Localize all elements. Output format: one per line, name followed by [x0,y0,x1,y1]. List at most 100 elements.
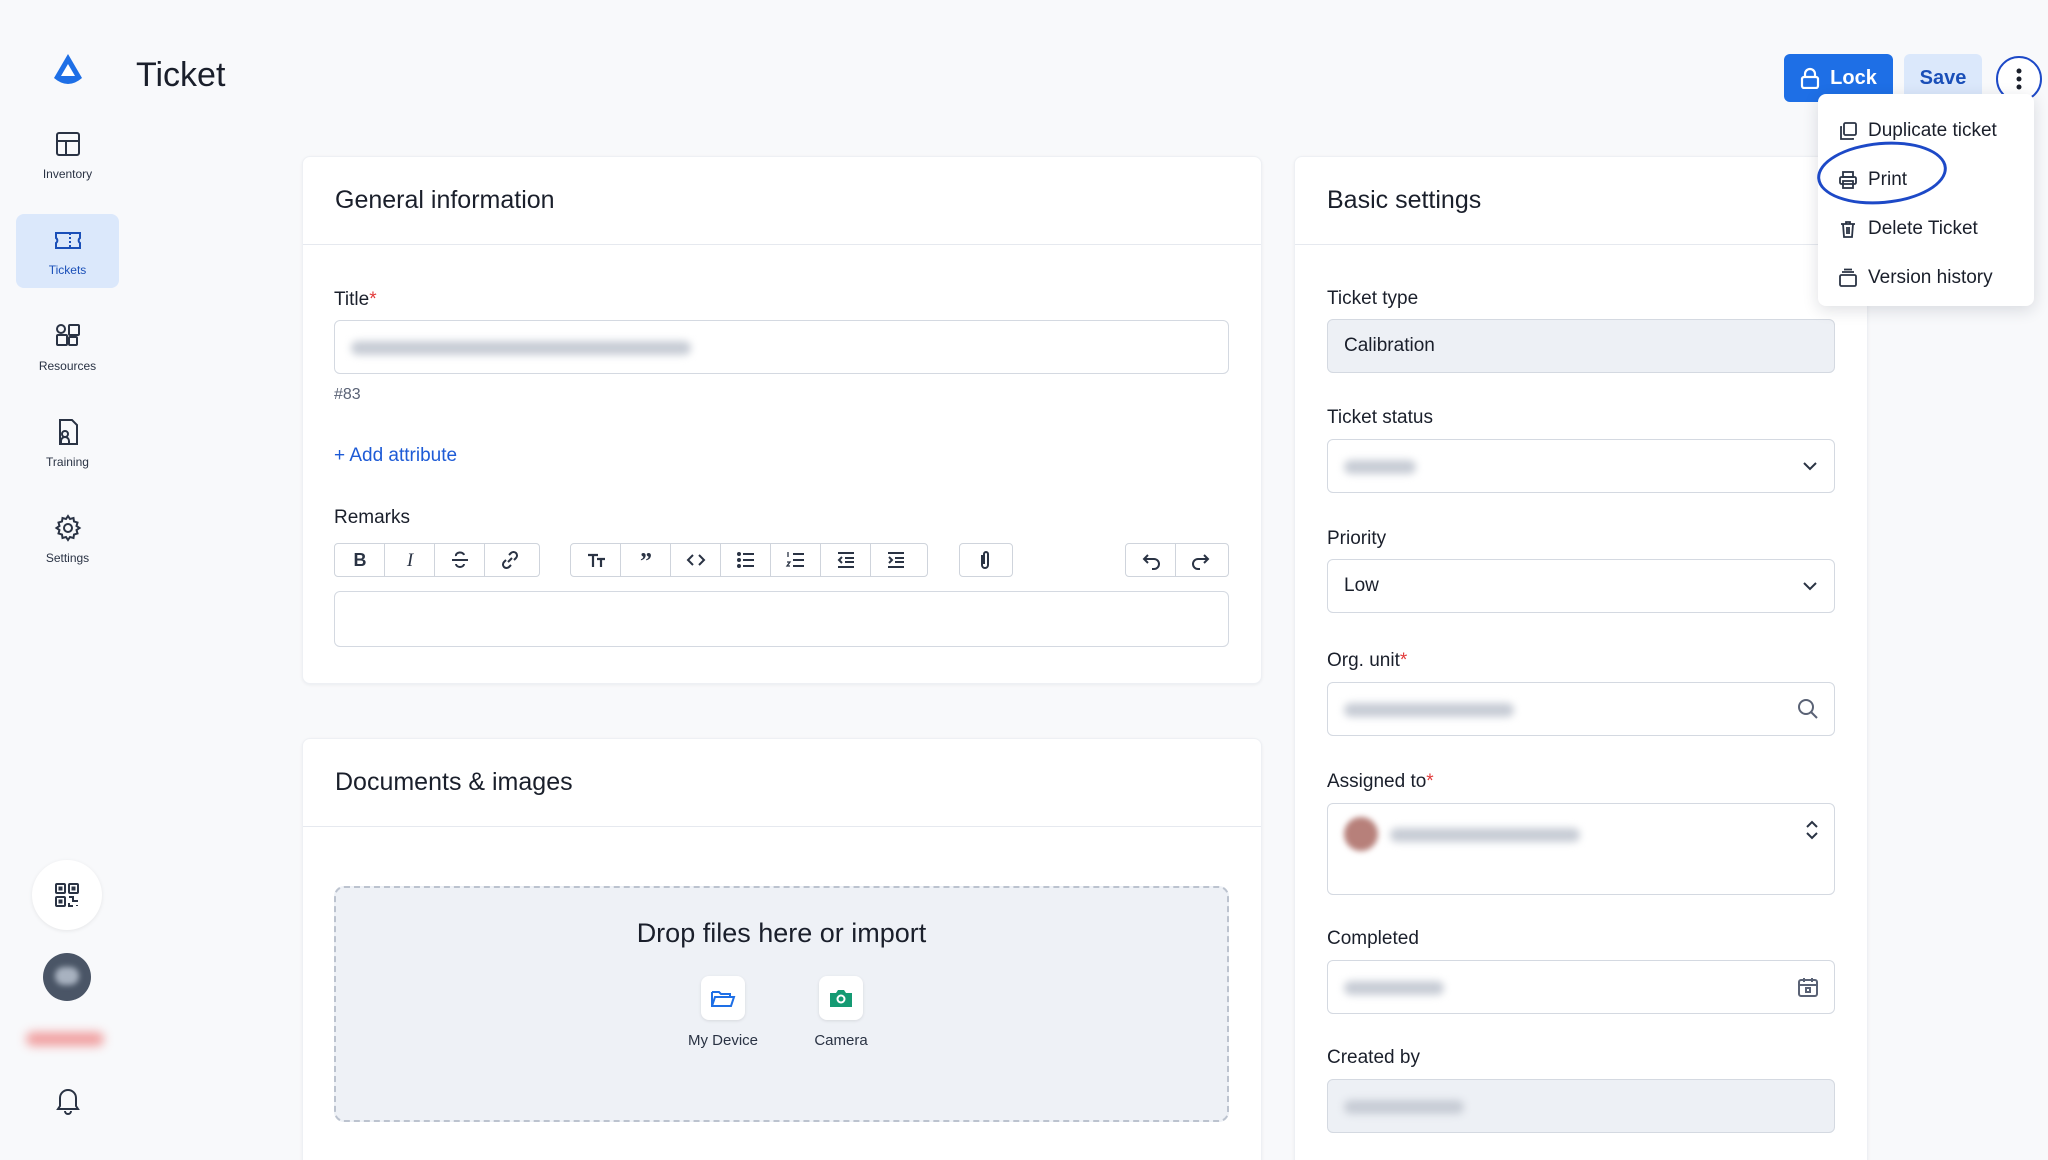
link-button[interactable] [485,544,535,576]
assignee-redacted [1390,828,1580,842]
paperclip-icon [981,551,989,569]
required-marker: * [369,289,377,310]
ticket-status-redacted [1344,460,1416,474]
search-icon[interactable] [1796,697,1820,721]
file-dropzone[interactable]: Drop files here or import My Device Came… [334,886,1229,1122]
remarks-label: Remarks [334,507,411,528]
sidebar-item-label: Inventory [42,167,93,181]
indent-button[interactable] [871,544,921,576]
priority-select[interactable]: Low [1327,559,1835,613]
camera-option[interactable]: Camera [791,976,891,1049]
sidebar-item-tickets[interactable]: Tickets [16,214,119,288]
training-icon [58,419,78,445]
menu-item-version-history[interactable]: Version history [1818,253,2034,302]
qr-code-icon [55,883,79,907]
assigned-to-label-text: Assigned to [1327,771,1427,792]
title-label: Title* [334,289,377,311]
printer-icon [1839,170,1857,189]
chevron-down-icon [1803,582,1817,591]
completed-date-redacted [1344,981,1444,995]
my-device-option[interactable]: My Device [673,976,773,1049]
bullet-list-button[interactable] [721,544,771,576]
created-by-label: Created by [1327,1047,1420,1068]
outdent-button[interactable] [821,544,871,576]
sidebar-item-training[interactable]: Training [16,406,119,480]
indent-icon [888,552,904,568]
italic-button[interactable]: I [385,544,435,576]
attachment-toolbar-group [959,543,1013,577]
priority-value: Low [1344,575,1379,596]
my-device-label: My Device [687,1032,758,1049]
title-input[interactable] [334,320,1229,374]
menu-item-duplicate-ticket[interactable]: Duplicate ticket [1818,106,2034,155]
svg-text:”: ” [640,549,652,571]
remarks-editor[interactable] [334,591,1229,647]
redo-icon [1192,554,1210,570]
heading-button[interactable] [571,544,621,576]
menu-item-delete-ticket[interactable]: Delete Ticket [1818,204,2034,253]
org-unit-redacted [1344,703,1514,717]
kebab-menu-icon [2016,68,2022,90]
strikethrough-icon [451,551,468,568]
menu-item-label: Delete Ticket [1868,217,1978,239]
add-attribute-link[interactable]: + Add attribute [334,445,457,467]
logo-icon[interactable] [48,50,88,90]
numbered-list-button[interactable] [771,544,821,576]
more-options-menu: Duplicate ticket Print Delete Ticket Ver… [1818,94,2034,306]
format-toolbar-group: B I [334,543,540,577]
sidebar-item-label: Training [46,455,89,469]
assigned-to-select[interactable] [1327,803,1835,895]
folder-icon [701,976,745,1020]
chevron-down-icon [1803,462,1817,471]
text-size-icon [587,553,605,567]
sidebar-item-label: Resources [38,359,97,373]
documents-heading: Documents & images [303,739,1261,827]
quote-button[interactable]: ” [621,544,671,576]
lock-icon [1801,67,1820,89]
numbered-list-icon [785,552,804,567]
stack-icon [1839,268,1857,287]
sidebar-item-settings[interactable]: Settings [16,502,119,576]
undo-button[interactable] [1126,544,1176,576]
strikethrough-button[interactable] [435,544,485,576]
completed-date-input[interactable] [1327,960,1835,1014]
sidebar-item-label: Tickets [48,263,87,277]
avatar[interactable] [43,953,91,1001]
attach-button[interactable] [960,544,1010,576]
svg-text:I: I [405,550,414,571]
ticket-type-field: Calibration [1327,319,1835,373]
calendar-icon[interactable] [1796,975,1820,999]
bell-icon[interactable] [52,1084,84,1116]
ticket-type-label: Ticket type [1327,288,1419,309]
org-unit-input[interactable] [1327,682,1835,736]
menu-item-label: Print [1868,168,1908,190]
bullet-list-icon [736,552,754,568]
assigned-to-label: Assigned to* [1327,771,1434,793]
bold-button[interactable]: B [335,544,385,576]
redo-button[interactable] [1176,544,1226,576]
ticket-status-select[interactable] [1327,439,1835,493]
sidebar-item-inventory[interactable]: Inventory [16,118,119,192]
dropzone-title: Drop files here or import [636,918,927,948]
ticket-status-label: Ticket status [1327,407,1433,428]
completed-label: Completed [1327,928,1419,949]
code-button[interactable] [671,544,721,576]
qr-code-button[interactable] [32,860,102,930]
code-icon [686,554,705,566]
title-value-redacted [351,341,691,355]
gear-icon [54,514,81,542]
quote-icon: ” [640,549,652,571]
camera-label: Camera [814,1032,868,1049]
priority-label: Priority [1327,528,1387,549]
duplicate-icon [1840,121,1857,140]
trash-icon [1841,220,1855,238]
history-toolbar-group [1125,543,1229,577]
title-label-text: Title [334,289,370,310]
user-name-redacted [26,1032,104,1046]
sidebar-item-resources[interactable]: Resources [16,310,119,384]
sidebar-item-label: Settings [45,551,90,565]
grid-icon [55,132,80,156]
block-toolbar-group: ” [570,543,928,577]
created-by-redacted [1344,1100,1464,1114]
menu-item-print[interactable]: Print [1818,155,2034,204]
